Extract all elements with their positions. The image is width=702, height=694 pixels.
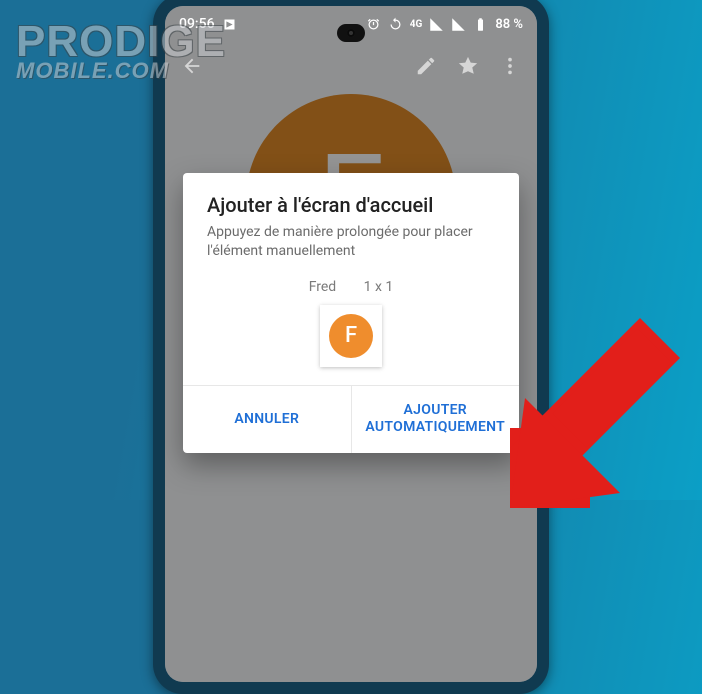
battery-text: 88 % — [495, 17, 523, 32]
add-to-home-dialog: Ajouter à l'écran d'accueil Appuyez de m… — [183, 173, 519, 453]
signal-icon — [429, 17, 444, 32]
more-vert-icon — [499, 55, 521, 77]
network-4g-icon: 4G — [410, 19, 423, 30]
phone-screen: 09:56 4G 88 % — [165, 6, 537, 682]
widget-preview-initial: F — [345, 323, 357, 348]
alarm-icon — [366, 17, 381, 32]
dialog-subtitle: Appuyez de manière prolongée pour placer… — [183, 223, 519, 279]
pencil-icon — [415, 55, 437, 77]
favorite-button[interactable] — [457, 55, 479, 81]
star-icon — [457, 55, 479, 77]
phone-frame: 09:56 4G 88 % — [153, 0, 549, 694]
cancel-button[interactable]: ANNULER — [183, 386, 352, 453]
widget-preview-meta: Fred 1 x 1 — [183, 279, 519, 305]
overflow-button[interactable] — [499, 55, 521, 81]
battery-icon — [473, 17, 488, 32]
widget-preview-name: Fred — [309, 279, 337, 295]
sync-icon — [388, 17, 403, 32]
widget-preview-avatar: F — [329, 314, 373, 358]
signal2-icon — [451, 17, 466, 32]
add-automatically-button[interactable]: AJOUTER AUTOMATIQUEMENT — [352, 386, 520, 453]
widget-preview-size: 1 x 1 — [364, 279, 394, 295]
watermark: PRODIGE MOBILE.COM — [16, 22, 226, 84]
phone-camera — [337, 24, 365, 42]
dialog-title: Ajouter à l'écran d'accueil — [183, 173, 519, 223]
widget-preview[interactable]: F — [320, 305, 382, 367]
edit-button[interactable] — [415, 55, 437, 81]
watermark-line1: PRODIGE — [16, 22, 226, 62]
annotation-arrow-icon — [510, 308, 680, 508]
dialog-actions: ANNULER AJOUTER AUTOMATIQUEMENT — [183, 385, 519, 453]
